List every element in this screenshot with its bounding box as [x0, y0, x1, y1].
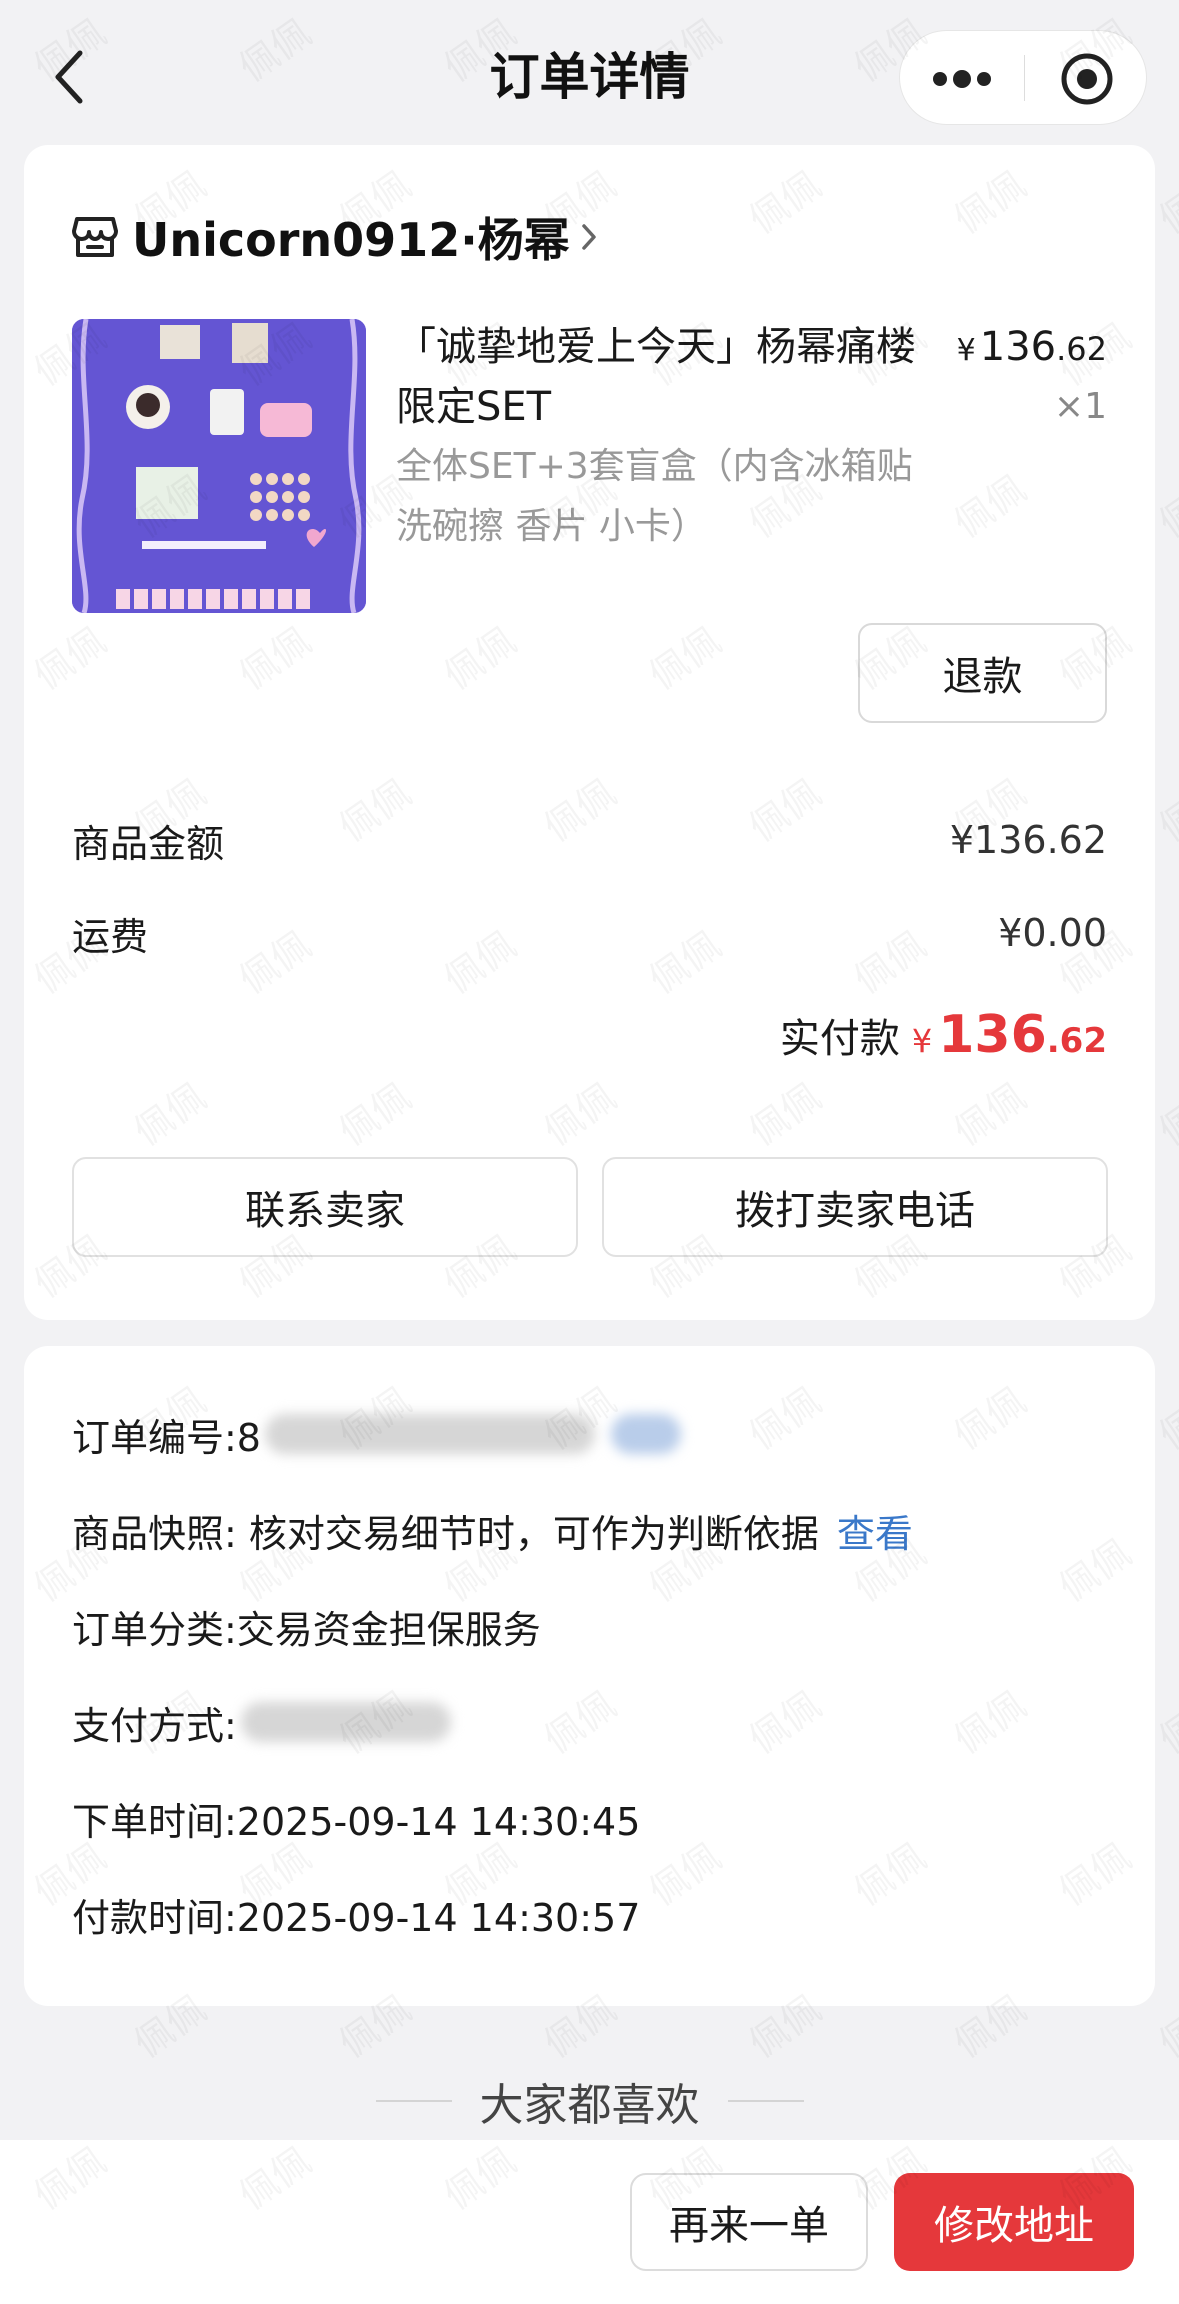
product-quantity: ×1	[1053, 386, 1107, 427]
order-card: Unicorn0912·杨幂 「诚挚地爱上今天」杨幂痛楼限定SET 全体SET+…	[24, 145, 1155, 1320]
nav-bar: 订单详情	[0, 0, 1179, 145]
shop-link[interactable]: Unicorn0912·杨幂	[72, 207, 598, 267]
shop-icon	[72, 217, 118, 257]
refund-button[interactable]: 退款	[858, 623, 1107, 723]
contact-seller-button[interactable]: 联系卖家	[72, 1157, 578, 1257]
call-seller-button[interactable]: 拨打卖家电话	[602, 1157, 1108, 1257]
snapshot-row: 商品快照: 核对交易细节时，可作为判断依据 查看	[72, 1500, 1107, 1560]
more-button[interactable]	[900, 31, 1024, 126]
target-icon	[1061, 53, 1112, 104]
product-image[interactable]	[72, 319, 366, 613]
pay-time-row: 付款时间:2025-09-14 14:30:57	[72, 1884, 1107, 1944]
product-spec: 全体SET+3套盲盒（内含冰箱贴 洗碗擦 香片 小卡）	[396, 446, 913, 547]
order-number-row: 订单编号:8	[72, 1404, 1107, 1464]
snapshot-view-link[interactable]: 查看	[837, 1503, 913, 1558]
paid-label: 实付款	[779, 1016, 900, 1062]
recommend-title: 大家都喜欢	[479, 2080, 700, 2131]
goods-amount-row: 商品金额 ¥136.62	[72, 810, 1107, 870]
snapshot-label: 商品快照: 核对交易细节时，可作为判断依据	[72, 1511, 819, 1556]
order-time-row: 下单时间:2025-09-14 14:30:45	[72, 1788, 1107, 1848]
shipping-row: 运费 ¥0.00	[72, 903, 1107, 963]
price-int: 136	[979, 324, 1057, 370]
shop-name: Unicorn0912·杨幂	[132, 213, 570, 267]
paid-symbol: ¥	[911, 1022, 933, 1060]
copy-link-redacted[interactable]	[610, 1414, 681, 1454]
goods-amount-value: ¥136.62	[949, 818, 1107, 862]
order-category-row: 订单分类:交易资金担保服务	[72, 1596, 1107, 1656]
bottom-action-bar: 再来一单 修改地址	[0, 2140, 1179, 2304]
recommend-section-title: 大家都喜欢	[0, 2066, 1179, 2136]
goods-amount-label: 商品金额	[72, 821, 225, 866]
product-price: ¥136.62	[957, 317, 1107, 381]
pay-time: 付款时间:2025-09-14 14:30:57	[72, 1895, 641, 1940]
title-divider-right	[727, 2100, 804, 2102]
product-title[interactable]: 「诚挚地爱上今天」杨幂痛楼限定SET	[396, 317, 936, 437]
paid-decimal: .62	[1046, 1021, 1107, 1061]
order-number-redacted	[264, 1414, 595, 1454]
paid-int: 136	[938, 1005, 1047, 1065]
order-info-card: 订单编号:8 商品快照: 核对交易细节时，可作为判断依据 查看 订单分类:交易资…	[24, 1346, 1155, 2006]
order-number-label: 订单编号:8	[72, 1415, 261, 1460]
reorder-button[interactable]: 再来一单	[630, 2173, 868, 2271]
order-time: 下单时间:2025-09-14 14:30:45	[72, 1799, 641, 1844]
more-dots-icon	[933, 69, 991, 88]
title-divider-left	[375, 2100, 452, 2102]
shipping-value: ¥0.00	[998, 911, 1107, 955]
price-symbol: ¥	[956, 333, 976, 368]
modify-address-button[interactable]: 修改地址	[894, 2173, 1134, 2271]
product-thumbnail-art	[72, 319, 366, 613]
shipping-label: 运费	[72, 914, 149, 959]
chevron-right-icon	[580, 222, 598, 252]
payment-method-redacted	[240, 1702, 451, 1742]
price-decimal: .62	[1056, 330, 1107, 368]
close-program-button[interactable]	[1025, 31, 1148, 126]
order-category: 订单分类:交易资金担保服务	[72, 1607, 541, 1652]
mini-program-capsule	[899, 30, 1147, 125]
payment-method-label: 支付方式:	[72, 1703, 237, 1748]
paid-amount-row: 实付款 ¥ 136 .62	[780, 1005, 1107, 1075]
payment-method-row: 支付方式:	[72, 1692, 1107, 1752]
